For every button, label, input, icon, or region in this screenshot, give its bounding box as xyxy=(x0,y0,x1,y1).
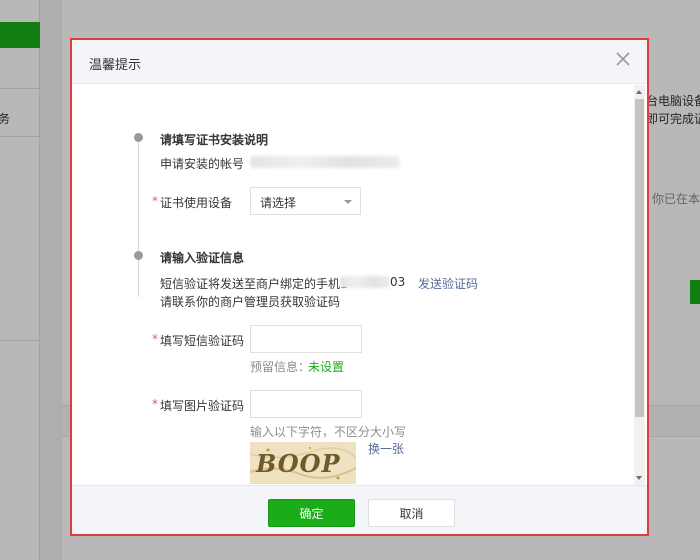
cancel-button[interactable]: 取消 xyxy=(368,499,455,527)
device-select-value: 请选择 xyxy=(260,196,297,210)
sms-code-label: 填写短信验证码 xyxy=(160,334,245,348)
step-2-title: 请输入验证信息 xyxy=(160,251,245,265)
step-1-title: 请填写证书安装说明 xyxy=(160,133,269,147)
sms-code-input[interactable] xyxy=(250,325,362,353)
send-code-link[interactable]: 发送验证码 xyxy=(418,275,478,292)
reserved-info-value: 未设置 xyxy=(308,360,345,374)
device-label: 证书使用设备 xyxy=(160,196,233,210)
account-label: 申请安装的帐号 xyxy=(160,157,245,171)
required-mark: * xyxy=(152,397,158,411)
dialog-scrollbar[interactable] xyxy=(634,85,645,485)
close-icon[interactable] xyxy=(613,49,633,69)
refresh-captcha-link[interactable]: 换一张 xyxy=(368,440,404,457)
required-mark: * xyxy=(152,332,158,346)
confirm-button[interactable]: 确定 xyxy=(268,499,355,527)
dialog-header: 温馨提示 xyxy=(72,40,647,84)
captcha-text: BOOP xyxy=(256,449,341,478)
phone-number-suffix: 03 xyxy=(390,275,406,289)
dialog-footer: 确定 取消 xyxy=(72,485,647,534)
step-dot-2 xyxy=(134,251,143,260)
admin-notice-text: 请联系你的商户管理员获取验证码 xyxy=(160,295,341,309)
scroll-up-icon[interactable] xyxy=(636,90,642,94)
required-mark: * xyxy=(152,194,158,208)
tips-dialog: 温馨提示 请填写证书安装说明 申请安装的帐号 * 证书使用设备 请选择 请输入验… xyxy=(70,38,649,536)
image-code-label: 填写图片验证码 xyxy=(160,399,245,413)
step-connector-line xyxy=(138,137,139,297)
image-code-hint: 输入以下字符，不区分大小写 xyxy=(250,425,407,439)
dialog-body: 请填写证书安装说明 申请安装的帐号 * 证书使用设备 请选择 请输入验证信息 短… xyxy=(72,85,647,485)
chevron-down-icon xyxy=(344,200,352,204)
dialog-title: 温馨提示 xyxy=(89,58,142,73)
reserved-info-label: 预留信息： xyxy=(250,360,311,374)
scroll-down-icon[interactable] xyxy=(636,476,642,480)
sms-notice-text: 短信验证将发送至商户绑定的手机1 xyxy=(160,277,348,291)
image-code-input[interactable] xyxy=(250,390,362,418)
device-select[interactable]: 请选择 xyxy=(250,187,361,215)
account-value-blurred xyxy=(250,156,400,168)
step-dot-1 xyxy=(134,133,143,142)
scrollbar-thumb[interactable] xyxy=(635,99,644,417)
phone-number-blurred xyxy=(340,276,390,288)
